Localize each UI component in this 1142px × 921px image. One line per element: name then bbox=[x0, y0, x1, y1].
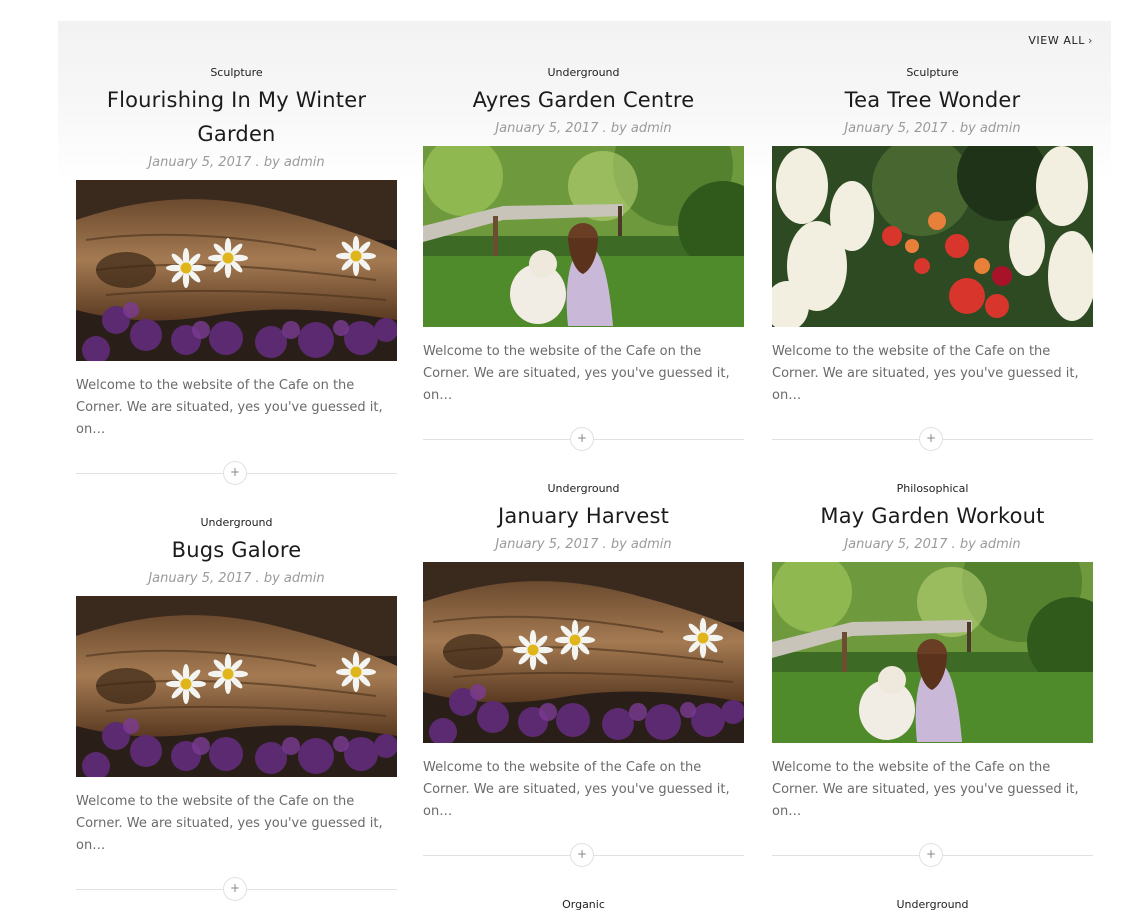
post-title[interactable]: January Harvest bbox=[423, 499, 744, 533]
meta-by: by bbox=[610, 121, 627, 136]
plus-icon[interactable]: + bbox=[919, 427, 943, 451]
meta-separator: . bbox=[951, 537, 956, 552]
post-date[interactable]: January 5, 2017 bbox=[495, 537, 598, 552]
plus-icon[interactable]: + bbox=[570, 427, 594, 451]
plus-icon[interactable]: + bbox=[223, 877, 247, 901]
post-meta: January 5, 2017 . by admin bbox=[76, 570, 397, 588]
view-all-link[interactable]: VIEW ALL › bbox=[1028, 34, 1093, 47]
girl-with-dog-image bbox=[772, 562, 1093, 743]
post-author[interactable]: admin bbox=[631, 537, 672, 552]
post-category[interactable]: Sculpture bbox=[76, 66, 397, 80]
post-author[interactable]: admin bbox=[980, 121, 1021, 136]
post-card: Underground Bugs Galore January 5, 2017 … bbox=[76, 516, 397, 901]
post-category[interactable]: Sculpture bbox=[772, 66, 1093, 80]
plus-icon[interactable]: + bbox=[570, 843, 594, 867]
post-author[interactable]: admin bbox=[980, 537, 1021, 552]
meta-by: by bbox=[959, 537, 976, 552]
post-divider: + bbox=[423, 843, 744, 867]
daisies-on-wood-image bbox=[76, 180, 397, 361]
post-category[interactable]: Underground bbox=[76, 516, 397, 530]
post-category[interactable]: Underground bbox=[772, 898, 1093, 912]
meta-by: by bbox=[263, 155, 280, 170]
plus-icon[interactable]: + bbox=[919, 843, 943, 867]
post-excerpt: Welcome to the website of the Cafe on th… bbox=[772, 760, 1079, 819]
meta-by: by bbox=[959, 121, 976, 136]
post-excerpt: Welcome to the website of the Cafe on th… bbox=[76, 378, 383, 437]
post-date[interactable]: January 5, 2017 bbox=[844, 537, 947, 552]
daisies-on-wood-image bbox=[423, 562, 744, 743]
post-meta: January 5, 2017 . by admin bbox=[772, 120, 1093, 138]
plus-icon[interactable]: + bbox=[223, 461, 247, 485]
post-date[interactable]: January 5, 2017 bbox=[495, 121, 598, 136]
post-excerpt: Welcome to the website of the Cafe on th… bbox=[423, 760, 730, 819]
post-thumbnail-daisies[interactable] bbox=[423, 562, 744, 743]
meta-separator: . bbox=[255, 155, 260, 170]
view-all-label: VIEW ALL bbox=[1028, 34, 1085, 47]
post-divider: + bbox=[772, 843, 1093, 867]
post-author[interactable]: admin bbox=[284, 571, 325, 586]
post-card: Sculpture Flourishing In My Winter Garde… bbox=[76, 66, 397, 485]
post-card: Underground Ayres Garden Centre January … bbox=[423, 66, 744, 451]
post-thumbnail-girl-dog[interactable] bbox=[772, 562, 1093, 743]
post-meta: January 5, 2017 . by admin bbox=[76, 154, 397, 172]
post-thumbnail-daisies[interactable] bbox=[76, 180, 397, 361]
post-meta: January 5, 2017 . by admin bbox=[772, 536, 1093, 554]
meta-separator: . bbox=[602, 537, 607, 552]
post-card: Sculpture Tea Tree Wonder January 5, 201… bbox=[772, 66, 1093, 451]
post-meta: January 5, 2017 . by admin bbox=[423, 536, 744, 554]
post-author[interactable]: admin bbox=[631, 121, 672, 136]
post-card: Underground bbox=[772, 898, 1093, 912]
post-title[interactable]: Tea Tree Wonder bbox=[772, 83, 1093, 117]
post-category[interactable]: Underground bbox=[423, 66, 744, 80]
girl-with-dog-image bbox=[423, 146, 744, 327]
daisies-on-wood-image bbox=[76, 596, 397, 777]
post-excerpt: Welcome to the website of the Cafe on th… bbox=[772, 344, 1079, 403]
meta-separator: . bbox=[951, 121, 956, 136]
post-meta: January 5, 2017 . by admin bbox=[423, 120, 744, 138]
meta-separator: . bbox=[255, 571, 260, 586]
post-card: Organic bbox=[423, 898, 744, 912]
post-thumbnail-girl-dog[interactable] bbox=[423, 146, 744, 327]
meta-by: by bbox=[610, 537, 627, 552]
post-excerpt: Welcome to the website of the Cafe on th… bbox=[76, 794, 383, 853]
post-thumbnail-daisies[interactable] bbox=[76, 596, 397, 777]
post-date[interactable]: January 5, 2017 bbox=[148, 571, 251, 586]
post-card: Philosophical May Garden Workout January… bbox=[772, 482, 1093, 867]
post-title[interactable]: May Garden Workout bbox=[772, 499, 1093, 533]
meta-separator: . bbox=[602, 121, 607, 136]
post-thumbnail-flowers[interactable] bbox=[772, 146, 1093, 327]
post-title[interactable]: Ayres Garden Centre bbox=[423, 83, 744, 117]
post-divider: + bbox=[423, 427, 744, 451]
post-category[interactable]: Underground bbox=[423, 482, 744, 496]
meta-by: by bbox=[263, 571, 280, 586]
post-date[interactable]: January 5, 2017 bbox=[148, 155, 251, 170]
post-title[interactable]: Bugs Galore bbox=[76, 533, 397, 567]
post-divider: + bbox=[76, 461, 397, 485]
post-divider: + bbox=[76, 877, 397, 901]
post-title[interactable]: Flourishing In My Winter Garden bbox=[76, 83, 397, 151]
post-category[interactable]: Organic bbox=[423, 898, 744, 912]
post-excerpt: Welcome to the website of the Cafe on th… bbox=[423, 344, 730, 403]
post-date[interactable]: January 5, 2017 bbox=[844, 121, 947, 136]
post-divider: + bbox=[772, 427, 1093, 451]
garden-flowers-image bbox=[772, 146, 1093, 327]
chevron-right-icon: › bbox=[1088, 34, 1093, 47]
post-category[interactable]: Philosophical bbox=[772, 482, 1093, 496]
post-card: Underground January Harvest January 5, 2… bbox=[423, 482, 744, 867]
post-author[interactable]: admin bbox=[284, 155, 325, 170]
